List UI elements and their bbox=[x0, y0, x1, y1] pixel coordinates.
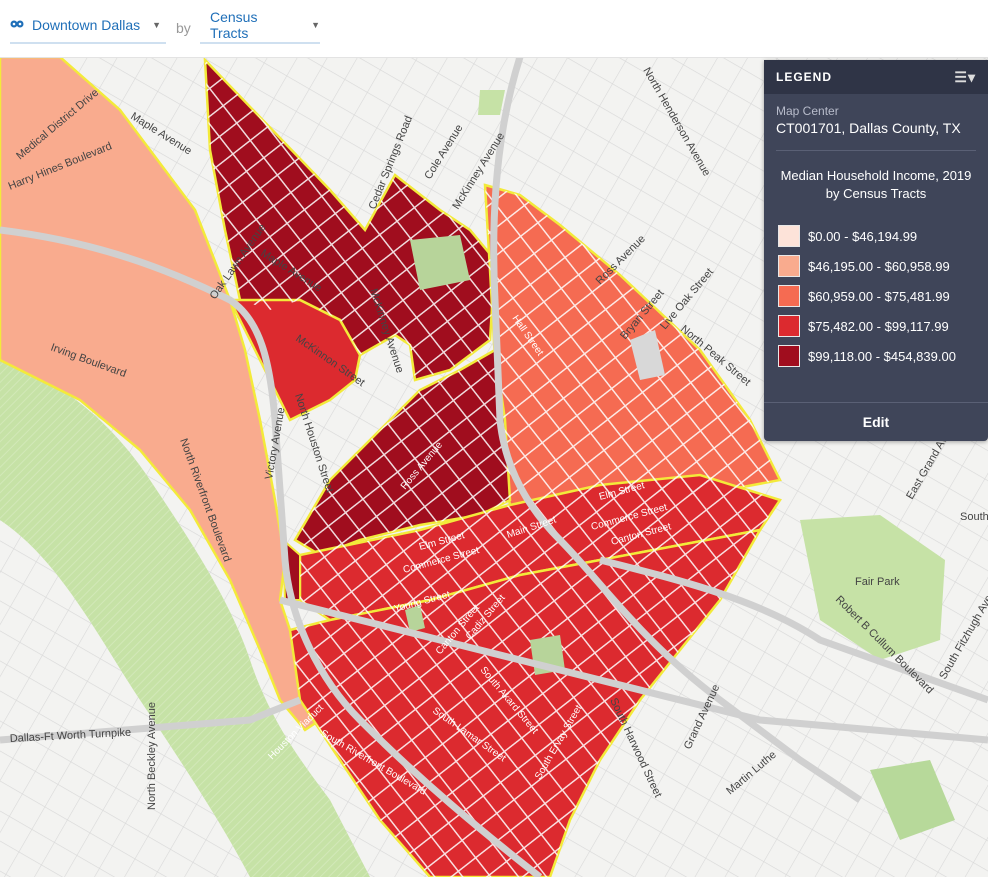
legend-variable-title: Median Household Income, 2019 by Census … bbox=[774, 167, 978, 203]
legend-class-row: $99,118.00 - $454,839.00 bbox=[778, 341, 988, 371]
location-selector[interactable]: Downtown Dallas ▼ bbox=[10, 12, 166, 44]
legend-panel: LEGEND ☰▾ Map Center CT001701, Dallas Co… bbox=[764, 60, 988, 441]
legend-class-label: $46,195.00 - $60,958.99 bbox=[808, 258, 950, 274]
legend-swatch bbox=[778, 255, 800, 277]
map-center-value: CT001701, Dallas County, TX bbox=[776, 120, 961, 136]
legend-class-label: $99,118.00 - $454,839.00 bbox=[808, 348, 956, 364]
park-klyde-warren bbox=[410, 235, 470, 290]
legend-swatch bbox=[778, 225, 800, 247]
legend-title-line1: Median Household Income, 2019 bbox=[780, 168, 972, 183]
map-pin-icon bbox=[10, 20, 24, 28]
edit-button[interactable]: Edit bbox=[764, 402, 988, 441]
chevron-down-icon: ▼ bbox=[311, 20, 320, 30]
legend-swatch bbox=[778, 345, 800, 367]
legend-title: LEGEND bbox=[776, 70, 833, 84]
label-n-beckley: North Beckley Avenue bbox=[146, 702, 158, 810]
label-fair-park: Fair Park bbox=[855, 576, 900, 588]
legend-classes: $0.00 - $46,194.99 $46,195.00 - $60,958.… bbox=[778, 221, 988, 371]
legend-class-row: $0.00 - $46,194.99 bbox=[778, 221, 988, 251]
geography-label: Census Tracts bbox=[210, 9, 258, 41]
legend-title-line2: by Census Tracts bbox=[825, 186, 927, 201]
legend-divider bbox=[776, 150, 976, 151]
legend-class-label: $75,482.00 - $99,117.99 bbox=[808, 318, 949, 334]
map-center-label: Map Center bbox=[776, 104, 839, 118]
by-label: by bbox=[176, 20, 191, 36]
legend-class-label: $60,959.00 - $75,481.99 bbox=[808, 288, 950, 304]
legend-class-label: $0.00 - $46,194.99 bbox=[808, 228, 918, 244]
geography-selector[interactable]: Census Tracts ▼ bbox=[200, 9, 320, 44]
legend-class-row: $75,482.00 - $99,117.99 bbox=[778, 311, 988, 341]
legend-swatch bbox=[778, 285, 800, 307]
location-label: Downtown Dallas bbox=[32, 17, 141, 33]
legend-header: LEGEND ☰▾ bbox=[764, 60, 988, 94]
chevron-down-icon: ▼ bbox=[152, 20, 162, 30]
menu-icon[interactable]: ☰▾ bbox=[954, 69, 976, 86]
legend-class-row: $60,959.00 - $75,481.99 bbox=[778, 281, 988, 311]
label-south: South bbox=[960, 511, 988, 523]
top-bar: Downtown Dallas ▼ by Census Tracts ▼ bbox=[0, 0, 988, 58]
legend-swatch bbox=[778, 315, 800, 337]
legend-class-row: $46,195.00 - $60,958.99 bbox=[778, 251, 988, 281]
